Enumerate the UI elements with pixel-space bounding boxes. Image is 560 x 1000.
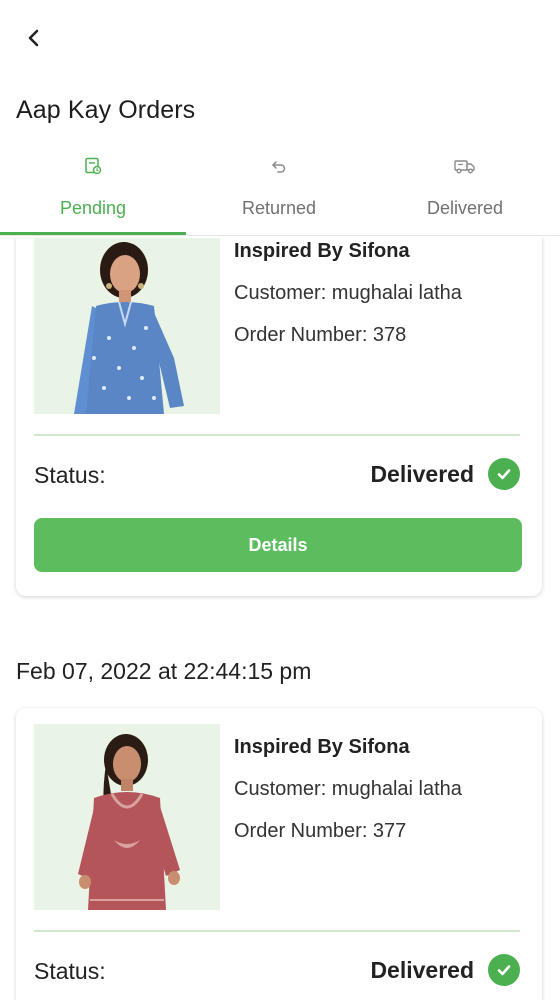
pending-orders-icon xyxy=(83,156,103,176)
product-image xyxy=(34,238,220,414)
status-text: Delivered xyxy=(370,956,474,983)
tabs-divider xyxy=(0,235,560,236)
check-circle-icon xyxy=(488,954,520,986)
customer-name: Customer: mughalai latha xyxy=(234,778,462,800)
status-text: Delivered xyxy=(370,460,474,487)
product-name: Inspired By Sifona xyxy=(234,240,410,262)
return-arrow-icon xyxy=(269,156,289,176)
order-tabs: Pending Returned Delivered xyxy=(0,148,560,238)
back-arrow-icon xyxy=(28,29,39,47)
order-number: Order Number: 377 xyxy=(234,820,407,842)
product-image xyxy=(34,724,220,910)
tab-pending-label: Pending xyxy=(59,198,127,218)
orders-list[interactable]: Inspired By Sifona Customer: mughalai la… xyxy=(0,238,560,1000)
order-number: Order Number: 378 xyxy=(234,324,407,346)
tab-returned-label: Returned xyxy=(241,198,317,218)
status-label: Status: xyxy=(34,462,106,488)
status-label: Status: xyxy=(34,958,106,984)
order-card: Inspired By Sifona Customer: mughalai la… xyxy=(16,238,542,596)
tab-pending[interactable]: Pending xyxy=(0,148,186,236)
status-value: Delivered xyxy=(370,954,520,986)
top-bar xyxy=(0,0,560,80)
card-divider xyxy=(34,434,520,436)
check-circle-icon xyxy=(488,458,520,490)
order-card: Inspired By Sifona Customer: mughalai la… xyxy=(16,708,542,1000)
order-date: Feb 07, 2022 at 22:44:15 pm xyxy=(16,658,312,684)
page-title: Aap Kay Orders xyxy=(16,96,196,124)
order-info: Inspired By Sifona Customer: mughalai la… xyxy=(234,240,462,347)
status-value: Delivered xyxy=(370,458,520,490)
details-button[interactable]: Details xyxy=(34,518,522,572)
customer-name: Customer: mughalai latha xyxy=(234,282,462,304)
product-name: Inspired By Sifona xyxy=(234,736,410,758)
back-button[interactable] xyxy=(18,22,50,54)
tab-delivered-label: Delivered xyxy=(426,198,504,218)
tab-delivered[interactable]: Delivered xyxy=(372,148,558,236)
delivery-truck-icon xyxy=(453,156,477,176)
order-info: Inspired By Sifona Customer: mughalai la… xyxy=(234,736,462,843)
card-divider xyxy=(34,930,520,932)
tab-returned[interactable]: Returned xyxy=(186,148,372,236)
